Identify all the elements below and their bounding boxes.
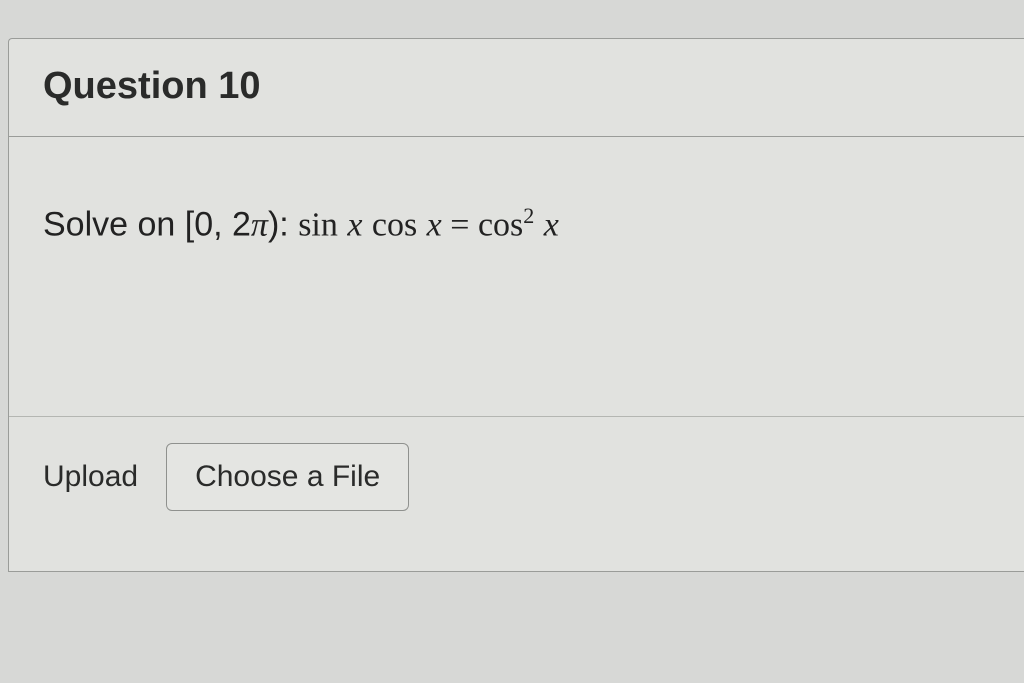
eq-sin: sin [298, 206, 338, 243]
question-prompt: Solve on [0, 2π): sin x cos x = cos2 x [43, 203, 990, 246]
page: Question 10 Solve on [0, 2π): sin x cos … [0, 0, 1024, 572]
upload-label: Upload [43, 460, 138, 494]
choose-file-button[interactable]: Choose a File [166, 443, 409, 511]
question-body: Solve on [0, 2π): sin x cos x = cos2 x [9, 137, 1024, 296]
prompt-text-close: ): [268, 205, 298, 243]
question-title: Question 10 [9, 39, 1024, 137]
prompt-text-prefix: Solve on [0, 2 [43, 205, 251, 243]
eq-x1: x [347, 206, 362, 243]
eq-cos2: cos [478, 206, 523, 243]
upload-row: Upload Choose a File [9, 416, 1024, 571]
eq-equals: = [442, 206, 478, 243]
eq-x2: x [427, 206, 442, 243]
pi-symbol: π [251, 206, 268, 243]
eq-superscript: 2 [523, 203, 534, 228]
question-card: Question 10 Solve on [0, 2π): sin x cos … [8, 38, 1024, 572]
eq-x3: x [544, 206, 559, 243]
eq-cos1: cos [372, 206, 417, 243]
